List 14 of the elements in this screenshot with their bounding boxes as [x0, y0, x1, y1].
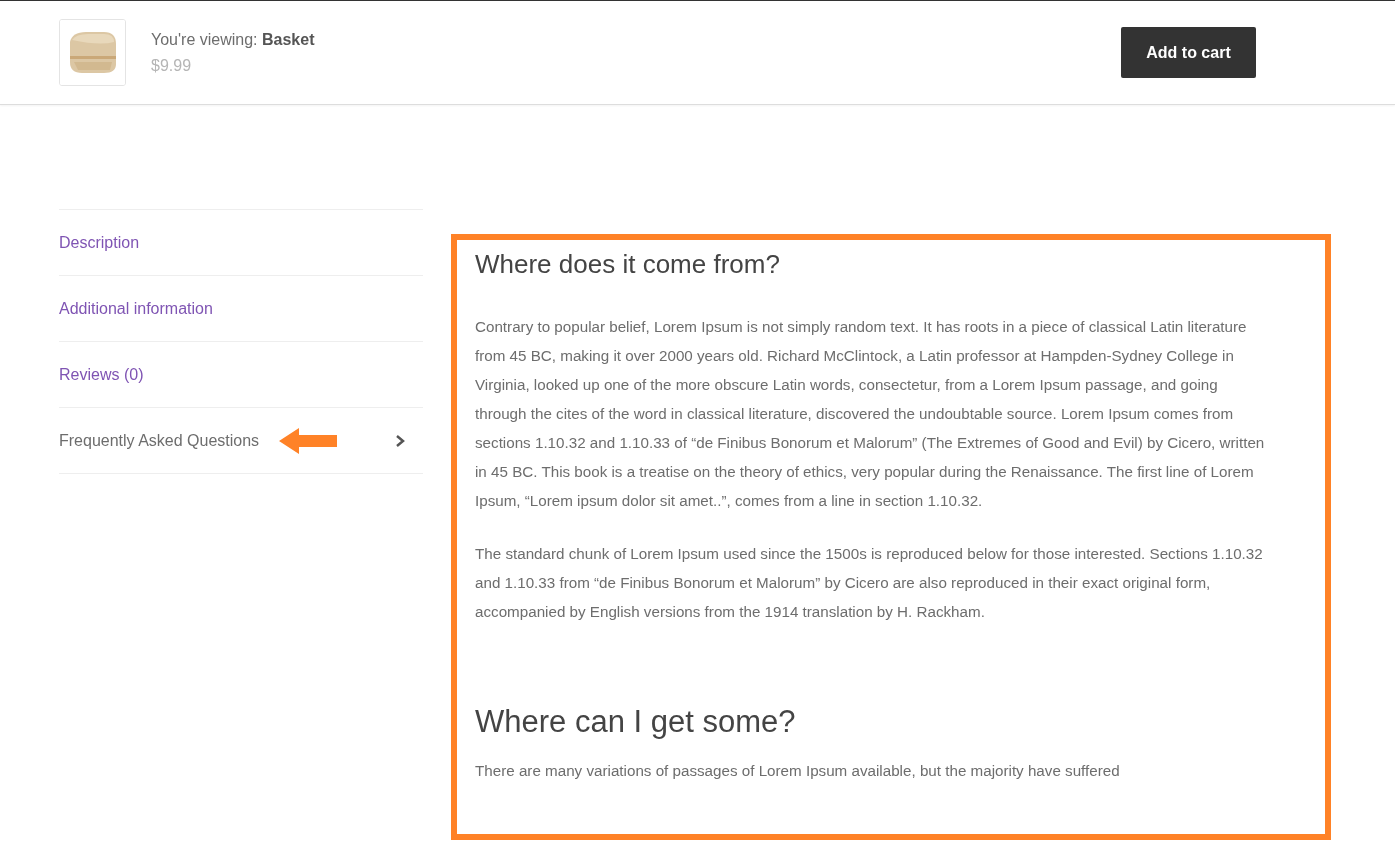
viewing-text: You're viewing: Basket: [151, 30, 316, 49]
tab[interactable]: Reviews (0): [59, 365, 144, 384]
chevron-right-icon: [395, 434, 405, 447]
paragraph: There are many variations of passages of Lorem Ipsum available, but the majority have suffered: [475, 761, 1121, 782]
arrow-icon: [279, 427, 338, 454]
add-to-cart-button[interactable]: Add to cart: [1121, 27, 1256, 78]
price: $9.99: [151, 56, 193, 75]
section-heading: Where does it come from?: [475, 248, 781, 281]
tab[interactable]: Additional information: [59, 299, 213, 318]
section-heading: Where can I get some?: [475, 702, 797, 741]
tab[interactable]: Description: [59, 233, 140, 252]
paragraph: Contrary to popular belief, Lorem Ipsum is not simply random text. It has roots in a piece of classical Latin literature from 45 BC, making it over 2000 years old. Richard McClintock, a Latin professor at Hampden-Sydney College in Virginia, looked up one of the more obscure Latin words, consectetur, from a Lorem Ipsum passage, and going through the cites of the word in classical literature, discovered the undoubtable source. Lorem Ipsum comes from sections 1.10.32 and 1.10.33 of “de Finibus Bonorum et Malorum” (The Extremes of Good and Evil) by Cicero, written in 45 BC. This book is a treatise on the theory of ethics, very popular during the Renaissance. The first line of Lorem Ipsum, “Lorem ipsum dolor sit amet..”, comes from a line in section 1.10.32.: [475, 316, 1265, 511]
tab[interactable]: Frequently Asked Questions: [59, 431, 260, 450]
paragraph: The standard chunk of Lorem Ipsum used since the 1500s is reproduced below for those interested. Sections 1.10.32 and 1.10.33 from “de Finibus Bonorum et Malorum” by Cicero are also reproduced in their exact original form, accompanied by English versions from the 1914 translation by H. Rackham.: [475, 543, 1264, 622]
